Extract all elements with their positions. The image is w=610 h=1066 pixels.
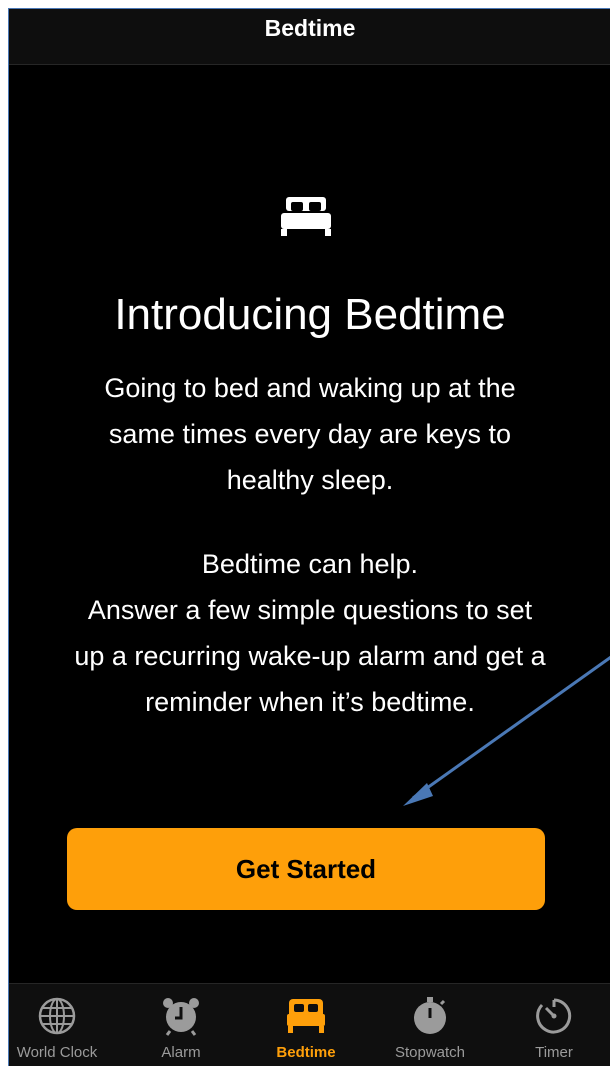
intro-paragraph-1-line-2: same times every day are keys to [108, 419, 512, 449]
intro-paragraph-1-line-3: healthy sleep. [226, 465, 394, 495]
intro-description: Going to bed and waking up at the same t… [9, 365, 610, 725]
bedtime-screen: Bedtime Introducing Bedtime Going to bed… [8, 8, 610, 1066]
timer-icon [536, 998, 572, 1034]
tab-label: Bedtime [276, 1044, 336, 1061]
navigation-bar: Bedtime [9, 9, 610, 65]
alarm-clock-icon [163, 998, 199, 1036]
tab-bedtime[interactable]: Bedtime [246, 984, 366, 1066]
tab-label: Timer [535, 1044, 573, 1061]
intro-paragraph-2-line-1: Bedtime can help. [201, 549, 419, 579]
intro-paragraph-1-line-1: Going to bed and waking up at the [104, 373, 516, 403]
tab-bar: World Clock Alarm Bedtime Stopwatch Time… [9, 983, 610, 1066]
tab-label: World Clock [16, 1044, 98, 1061]
bed-icon [281, 197, 331, 236]
intro-paragraph-2-line-4: reminder when it’s bedtime. [145, 687, 475, 717]
tab-label: Alarm [161, 1044, 201, 1061]
stopwatch-icon [414, 997, 446, 1034]
tab-world-clock[interactable]: World Clock [9, 984, 117, 1066]
intro-paragraph-2-line-2: Answer a few simple questions to set [87, 595, 533, 625]
tab-label: Stopwatch [394, 1044, 466, 1061]
tab-timer[interactable]: Timer [494, 984, 610, 1066]
page-title: Bedtime [264, 15, 356, 41]
bed-icon [287, 999, 325, 1033]
intro-paragraph-2-line-3: up a recurring wake-up alarm and get a [74, 641, 546, 671]
tab-stopwatch[interactable]: Stopwatch [370, 984, 490, 1066]
get-started-button[interactable]: Get Started [67, 828, 545, 910]
intro-title: Introducing Bedtime [114, 290, 506, 339]
tab-alarm[interactable]: Alarm [121, 984, 241, 1066]
globe-icon [38, 997, 76, 1035]
